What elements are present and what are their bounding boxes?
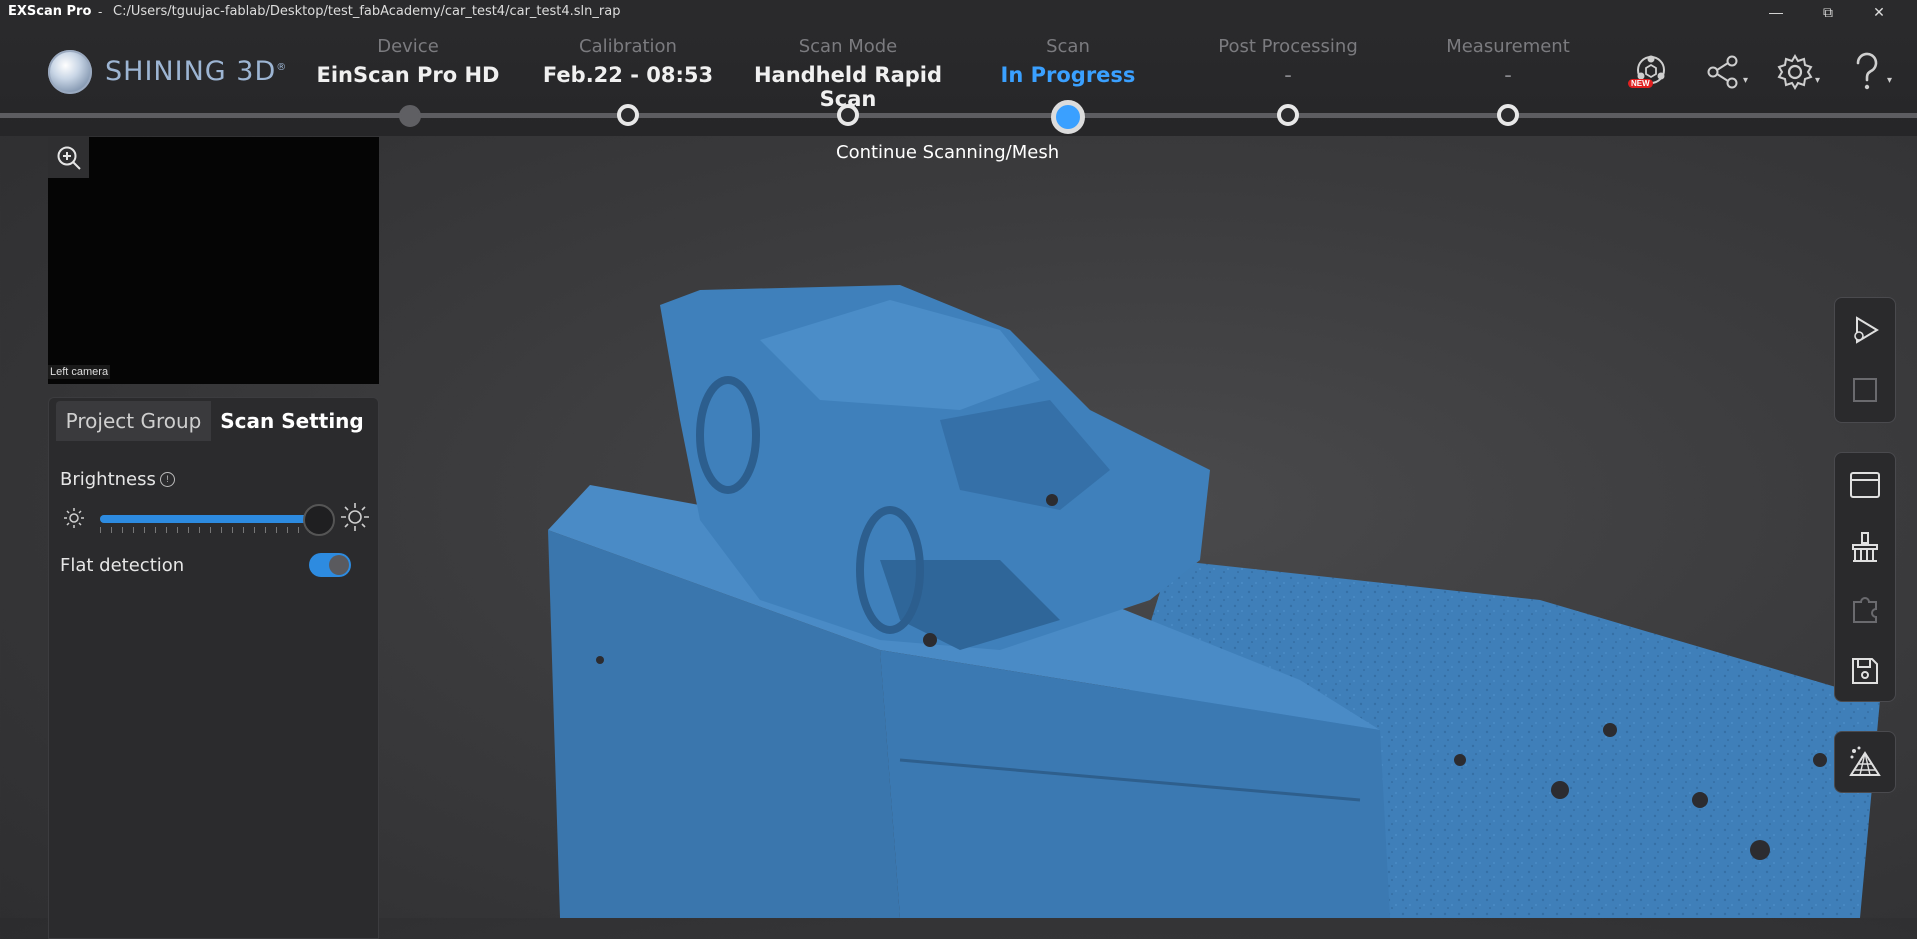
brand-name: SHINING 3D xyxy=(105,56,277,87)
share-menu[interactable]: ▾ xyxy=(1700,50,1748,94)
share-icon xyxy=(1707,55,1738,89)
shining3d-logo-icon xyxy=(48,50,92,94)
zoom-camera-button[interactable] xyxy=(48,137,89,178)
align-button[interactable] xyxy=(1835,579,1895,639)
new-badge: NEW xyxy=(1628,79,1653,88)
step-label: Device xyxy=(377,36,439,57)
step-value: In Progress xyxy=(1000,63,1136,87)
mesh-button[interactable] xyxy=(1835,732,1895,792)
step-node-device[interactable] xyxy=(399,105,421,127)
step-value: EinScan Pro HD xyxy=(316,63,500,87)
zoom-in-icon xyxy=(57,146,81,170)
sun-bright-icon xyxy=(341,503,369,531)
sun-dim-icon xyxy=(64,508,84,528)
step-node-scan-mode[interactable] xyxy=(837,104,859,126)
step-value: Feb.22 - 08:53 xyxy=(542,63,714,87)
close-button[interactable]: ✕ xyxy=(1859,0,1899,24)
stop-scan-button[interactable] xyxy=(1835,360,1895,420)
brightness-slider-thumb[interactable] xyxy=(302,504,335,536)
brightness-slider-ticks xyxy=(100,527,328,533)
camera-label: Left camera xyxy=(48,365,111,379)
step-device[interactable]: Device EinScan Pro HD xyxy=(288,36,528,87)
file-path: C:/Users/tguujac-fablab/Desktop/test_fab… xyxy=(113,4,621,19)
save-icon xyxy=(1852,658,1878,684)
step-label: Scan xyxy=(1046,36,1090,57)
step-node-calibration[interactable] xyxy=(617,104,639,126)
whats-new-tool[interactable]: NEW xyxy=(1628,50,1674,94)
workflow-progress-track xyxy=(0,113,1917,118)
brightness-label: Brightness xyxy=(60,469,156,490)
mesh-icon xyxy=(1849,746,1881,776)
clean-button[interactable] xyxy=(1835,517,1895,577)
step-label: Measurement xyxy=(1446,36,1570,57)
step-value: - xyxy=(1284,63,1292,87)
step-node-post-processing[interactable] xyxy=(1277,104,1299,126)
app-name: EXScan Pro xyxy=(8,4,92,19)
step-node-scan[interactable] xyxy=(1051,100,1085,134)
settings-menu[interactable]: ▾ xyxy=(1772,50,1820,94)
gear-icon xyxy=(1777,54,1813,90)
flat-detection-toggle[interactable] xyxy=(309,553,351,577)
edit-tools-group xyxy=(1834,452,1896,702)
scan-control-group xyxy=(1834,297,1896,423)
stop-icon xyxy=(1853,378,1877,402)
brush-icon xyxy=(1852,532,1878,562)
step-label: Scan Mode xyxy=(798,36,898,57)
chevron-down-icon: ▾ xyxy=(1886,75,1892,86)
info-icon[interactable]: ! xyxy=(160,472,175,487)
start-scan-button[interactable] xyxy=(1835,300,1895,360)
restore-button[interactable]: ⧉ xyxy=(1808,0,1848,24)
brand-logo: SHINING 3D® xyxy=(105,56,287,87)
step-node-measurement[interactable] xyxy=(1497,104,1519,126)
window-icon xyxy=(1850,472,1880,498)
step-post-processing[interactable]: Post Processing - xyxy=(1168,36,1408,87)
chevron-down-icon: ▾ xyxy=(1742,75,1748,86)
tab-project-group[interactable]: Project Group xyxy=(56,401,211,441)
left-camera-preview xyxy=(48,137,379,384)
brightness-slider-track[interactable] xyxy=(100,515,328,523)
step-label: Post Processing xyxy=(1218,36,1358,57)
minimize-button[interactable]: — xyxy=(1756,0,1796,24)
mesh-group xyxy=(1834,731,1896,793)
play-settings-icon xyxy=(1854,316,1879,344)
brand-registered-mark: ® xyxy=(276,62,288,73)
help-menu[interactable]: ▾ xyxy=(1844,50,1892,94)
chevron-down-icon: ▾ xyxy=(1814,75,1820,86)
flat-detection-label: Flat detection xyxy=(60,555,185,576)
brightness-slider-fill xyxy=(100,515,317,523)
step-label: Calibration xyxy=(579,36,677,57)
title-bar: EXScan Pro - C:/Users/tguujac-fablab/Des… xyxy=(0,0,1917,24)
title-separator: - xyxy=(98,4,103,19)
toggle-knob xyxy=(329,555,349,575)
save-button[interactable] xyxy=(1835,641,1895,701)
step-measurement[interactable]: Measurement - xyxy=(1388,36,1628,87)
step-calibration[interactable]: Calibration Feb.22 - 08:53 xyxy=(508,36,748,87)
step-value: - xyxy=(1504,63,1512,87)
step-scan[interactable]: Scan In Progress xyxy=(948,36,1188,87)
tab-scan-setting[interactable]: Scan Setting xyxy=(213,401,371,441)
help-icon xyxy=(1856,52,1878,90)
step-scan-mode[interactable]: Scan Mode Handheld Rapid Scan xyxy=(728,36,968,111)
puzzle-icon xyxy=(1853,597,1877,623)
view-window-button[interactable] xyxy=(1835,455,1895,515)
